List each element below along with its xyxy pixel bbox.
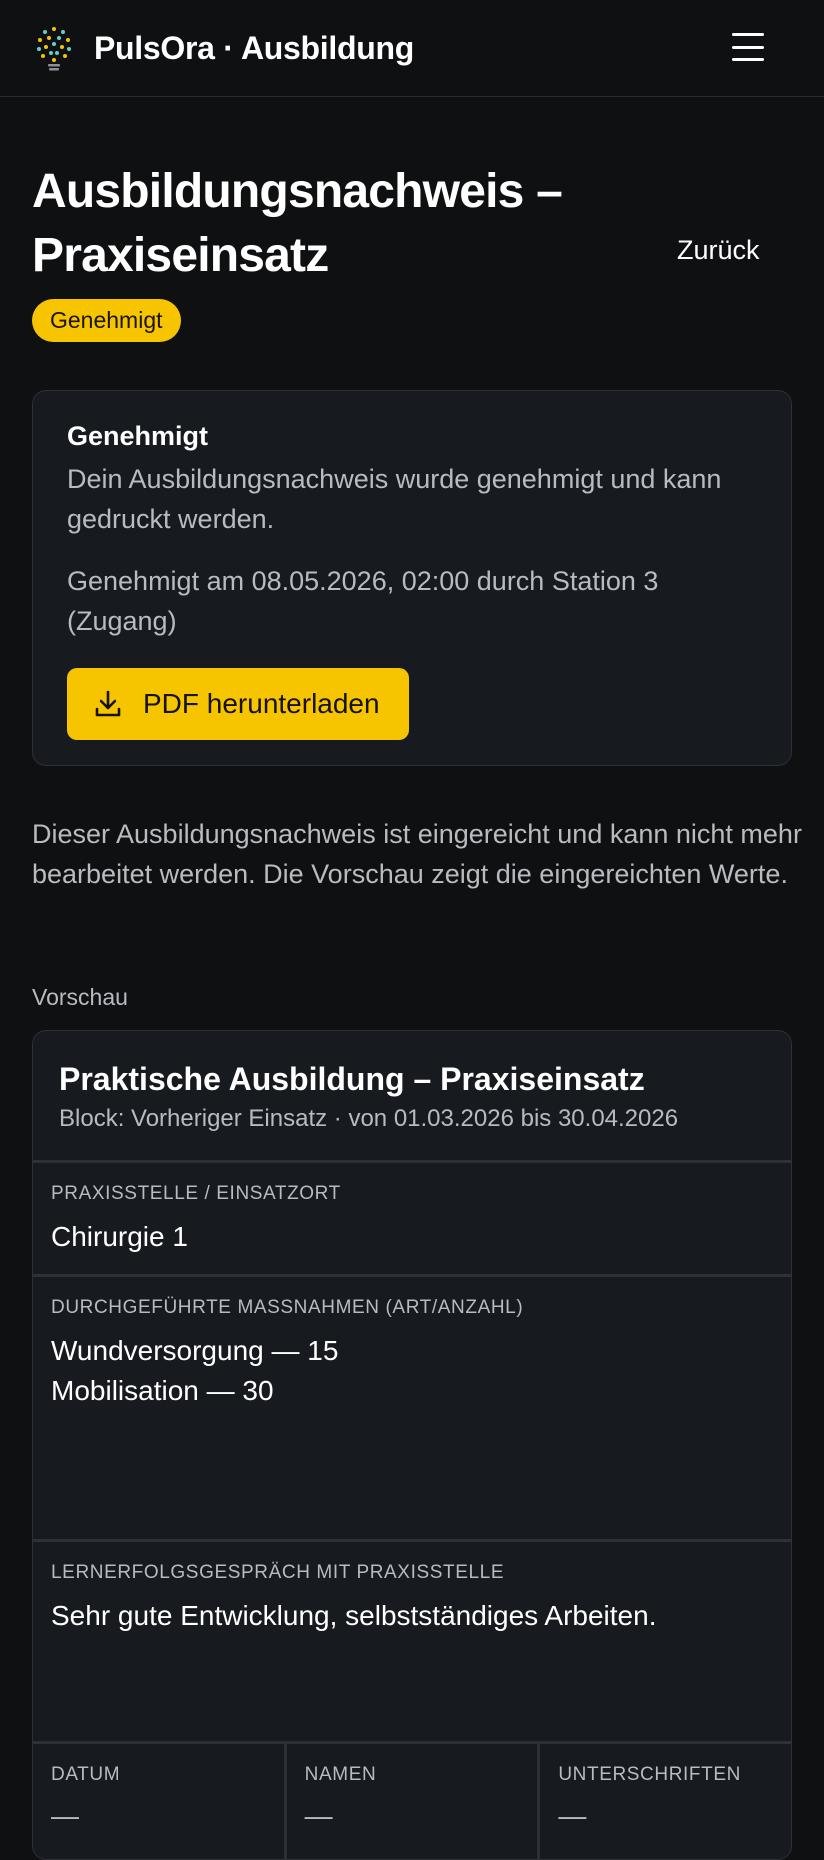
field-value: —: [558, 1800, 587, 1831]
preview-label: Vorschau: [32, 984, 128, 1010]
signature-col-unterschriften: Unterschriften —: [540, 1744, 791, 1859]
preview-subtitle: Block: Vorheriger Einsatz · von 01.03.20…: [59, 1105, 679, 1132]
top-bar: PulsOra · Ausbildung: [0, 0, 824, 97]
preview-card: Praktische Ausbildung – Praxiseinsatz Bl…: [32, 1030, 792, 1860]
massnahme-line: Wundversorgung — 15: [51, 1335, 339, 1366]
field-label: Datum: [51, 1764, 121, 1785]
download-pdf-button[interactable]: PDF herunterladen: [67, 668, 409, 740]
readonly-info-text: Dieser Ausbildungsnachweis ist eingereic…: [32, 819, 802, 889]
field-value: Sehr gute Entwicklung, selbstständiges A…: [51, 1600, 657, 1631]
brand[interactable]: PulsOra · Ausbildung: [32, 23, 414, 73]
field-praxisstelle: Praxisstelle / Einsatzort Chirurgie 1: [33, 1163, 791, 1277]
preview-title: Praktische Ausbildung – Praxiseinsatz: [59, 1061, 645, 1097]
approval-heading: Genehmigt: [67, 421, 209, 451]
field-label: Durchgeführte Maßnahmen (Art/Anzahl): [51, 1297, 524, 1318]
field-lernerfolgsgespraech: Lernerfolgsgespräch mit Praxisstelle Seh…: [33, 1542, 791, 1744]
signature-row: Datum — Namen — Unterschriften —: [33, 1744, 791, 1859]
field-label: Unterschriften: [558, 1764, 741, 1785]
download-icon: [95, 690, 121, 717]
status-badge: Genehmigt: [32, 299, 181, 342]
approval-text: Dein Ausbildungsnachweis wurde genehmigt…: [67, 464, 722, 534]
brand-title: PulsOra · Ausbildung: [94, 29, 414, 66]
field-label: Namen: [304, 1764, 377, 1785]
back-link[interactable]: Zurück: [677, 235, 760, 266]
field-label: Lernerfolgsgespräch mit Praxisstelle: [51, 1562, 505, 1583]
field-value: —: [304, 1800, 333, 1831]
field-value: Chirurgie 1: [51, 1221, 188, 1252]
approval-info: Genehmigt am 08.05.2026, 02:00 durch Sta…: [67, 566, 659, 636]
field-value: Wundversorgung — 15 Mobilisation — 30: [51, 1331, 773, 1411]
field-label: Praxisstelle / Einsatzort: [51, 1183, 341, 1204]
page-title: Ausbildungsnachweis – Praxiseinsatz: [32, 165, 563, 282]
signature-col-namen: Namen —: [287, 1744, 541, 1859]
preview-header: Praktische Ausbildung – Praxiseinsatz Bl…: [33, 1031, 791, 1163]
approval-card: Genehmigt Dein Ausbildungsnachweis wurde…: [32, 390, 792, 766]
lightbulb-logo-icon: [37, 27, 71, 71]
field-value: —: [51, 1800, 79, 1831]
field-massnahmen: Durchgeführte Maßnahmen (Art/Anzahl) Wun…: [33, 1277, 791, 1542]
download-pdf-label: PDF herunterladen: [143, 688, 380, 719]
signature-col-datum: Datum —: [33, 1744, 287, 1859]
hamburger-menu-icon[interactable]: [732, 33, 764, 61]
massnahme-line: Mobilisation — 30: [51, 1375, 274, 1406]
